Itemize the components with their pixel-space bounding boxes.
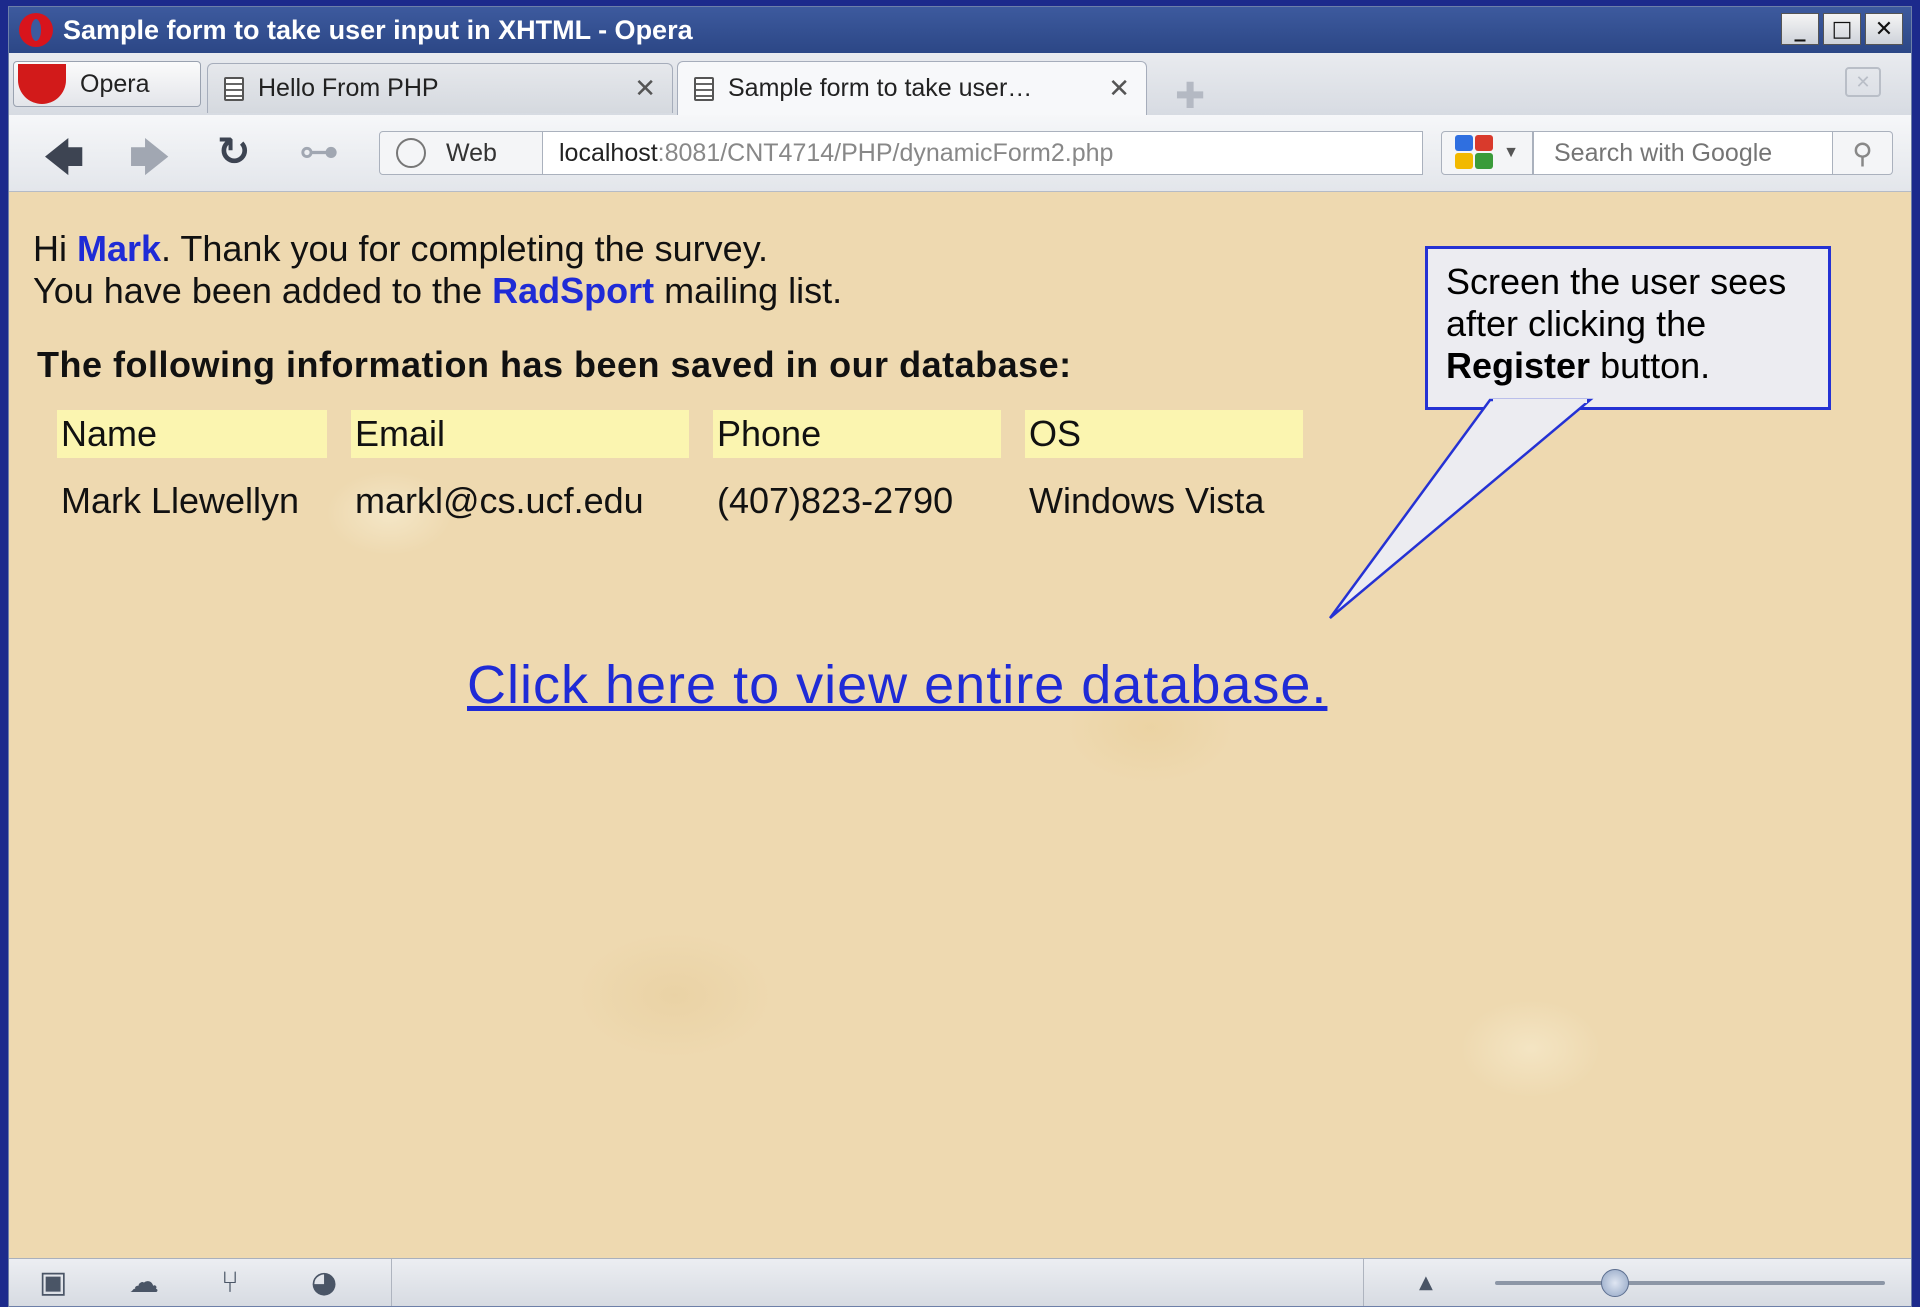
search-engine-selector[interactable]: ▼ — [1441, 131, 1533, 175]
opera-logo-icon — [19, 13, 53, 47]
cell-phone: (407)823-2790 — [717, 480, 954, 521]
mailing-list-name: RadSport — [492, 270, 655, 311]
close-tab-icon[interactable]: ✕ — [1108, 73, 1130, 104]
search-icon[interactable]: ⚲ — [1833, 131, 1893, 175]
web-badge[interactable]: Web — [379, 131, 543, 175]
reload-icon[interactable]: ↻ — [217, 129, 251, 175]
minimize-button[interactable]: _ — [1781, 13, 1819, 45]
table-header-row: Name Email Phone OS — [57, 410, 1303, 458]
cloud-icon[interactable]: ☁ — [129, 1265, 159, 1300]
status-bar: ▣ ☁ ⑂ ◕ ▲ — [9, 1258, 1911, 1306]
tab-strip: Opera Hello From PHP ✕ Sample form to ta… — [9, 53, 1911, 116]
table-row: Mark Llewellyn markl@cs.ucf.edu (407)823… — [57, 458, 1303, 530]
user-name: Mark — [77, 228, 162, 269]
tab-sample-form[interactable]: Sample form to take user… ✕ — [677, 61, 1147, 115]
page-content: Hi Mark. Thank you for completing the su… — [9, 192, 1911, 1263]
tab-label: Hello From PHP — [258, 74, 439, 102]
browser-window: Sample form to take user input in XHTML … — [8, 6, 1912, 1307]
annotation-callout: Screen the user sees after clicking the … — [1425, 246, 1831, 410]
cell-email: markl@cs.ucf.edu — [355, 480, 644, 521]
panel-toggle-icon[interactable]: ▣ — [39, 1265, 67, 1300]
cell-name: Mark Llewellyn — [61, 480, 300, 521]
title-bar: Sample form to take user input in XHTML … — [9, 7, 1911, 53]
greeting: Hi Mark. Thank you for completing the su… — [33, 228, 842, 312]
window-controls: _ □ ✕ — [1781, 13, 1903, 45]
tab-label: Sample form to take user… — [728, 74, 1033, 102]
header-phone: Phone — [713, 410, 1001, 458]
zoom-slider-handle[interactable] — [1601, 1269, 1629, 1297]
google-icon — [1455, 135, 1495, 171]
new-tab-icon[interactable]: ✚ — [1175, 75, 1205, 117]
page-icon — [694, 76, 714, 101]
search-input[interactable] — [1533, 131, 1833, 175]
view-database-link[interactable]: Click here to view entire database. — [467, 654, 1327, 716]
chevron-down-icon: ▼ — [1503, 144, 1519, 161]
header-os: OS — [1025, 410, 1303, 458]
opera-o-icon — [18, 64, 66, 104]
saved-heading: The following information has been saved… — [37, 344, 1072, 385]
forward-icon[interactable]: 🡆 — [129, 129, 170, 197]
back-icon[interactable]: 🡄 — [43, 129, 84, 197]
navigation-bar: 🡄 🡆 ↻ ⊶ Web localhost:8081/CNT4714/PHP/d… — [9, 115, 1911, 192]
saved-info-table: Name Email Phone OS Mark Llewellyn markl… — [57, 410, 1303, 530]
maximize-button[interactable]: □ — [1823, 13, 1861, 45]
closed-tabs-icon[interactable]: ✕ — [1845, 67, 1881, 97]
address-host: localhost — [559, 138, 658, 167]
address-field[interactable]: localhost:8081/CNT4714/PHP/dynamicForm2.… — [543, 131, 1423, 175]
cell-os: Windows Vista — [1029, 480, 1265, 521]
opera-menu-button[interactable]: Opera — [13, 61, 201, 107]
share-icon[interactable]: ⑂ — [221, 1265, 239, 1300]
header-email: Email — [351, 410, 689, 458]
close-window-button[interactable]: ✕ — [1865, 13, 1903, 45]
web-label: Web — [446, 138, 497, 167]
close-tab-icon[interactable]: ✕ — [634, 73, 656, 104]
header-name: Name — [57, 410, 327, 458]
window-title: Sample form to take user input in XHTML … — [63, 14, 693, 45]
scroll-up-icon[interactable]: ▲ — [1419, 1272, 1433, 1293]
tab-hello-from-php[interactable]: Hello From PHP ✕ — [207, 63, 673, 113]
greeting-line-2: You have been added to the RadSport mail… — [33, 270, 843, 311]
globe-icon — [396, 138, 426, 168]
page-icon — [224, 76, 244, 101]
greeting-line-1: Hi Mark. Thank you for completing the su… — [33, 228, 769, 269]
zoom-slider-track[interactable] — [1495, 1281, 1885, 1285]
address-path: :8081/CNT4714/PHP/dynamicForm2.php — [657, 138, 1114, 167]
speed-dial-icon[interactable]: ◕ — [311, 1265, 337, 1300]
callout-bold: Register — [1446, 345, 1591, 386]
key-icon[interactable]: ⊶ — [299, 129, 339, 175]
opera-menu-label: Opera — [80, 69, 150, 98]
